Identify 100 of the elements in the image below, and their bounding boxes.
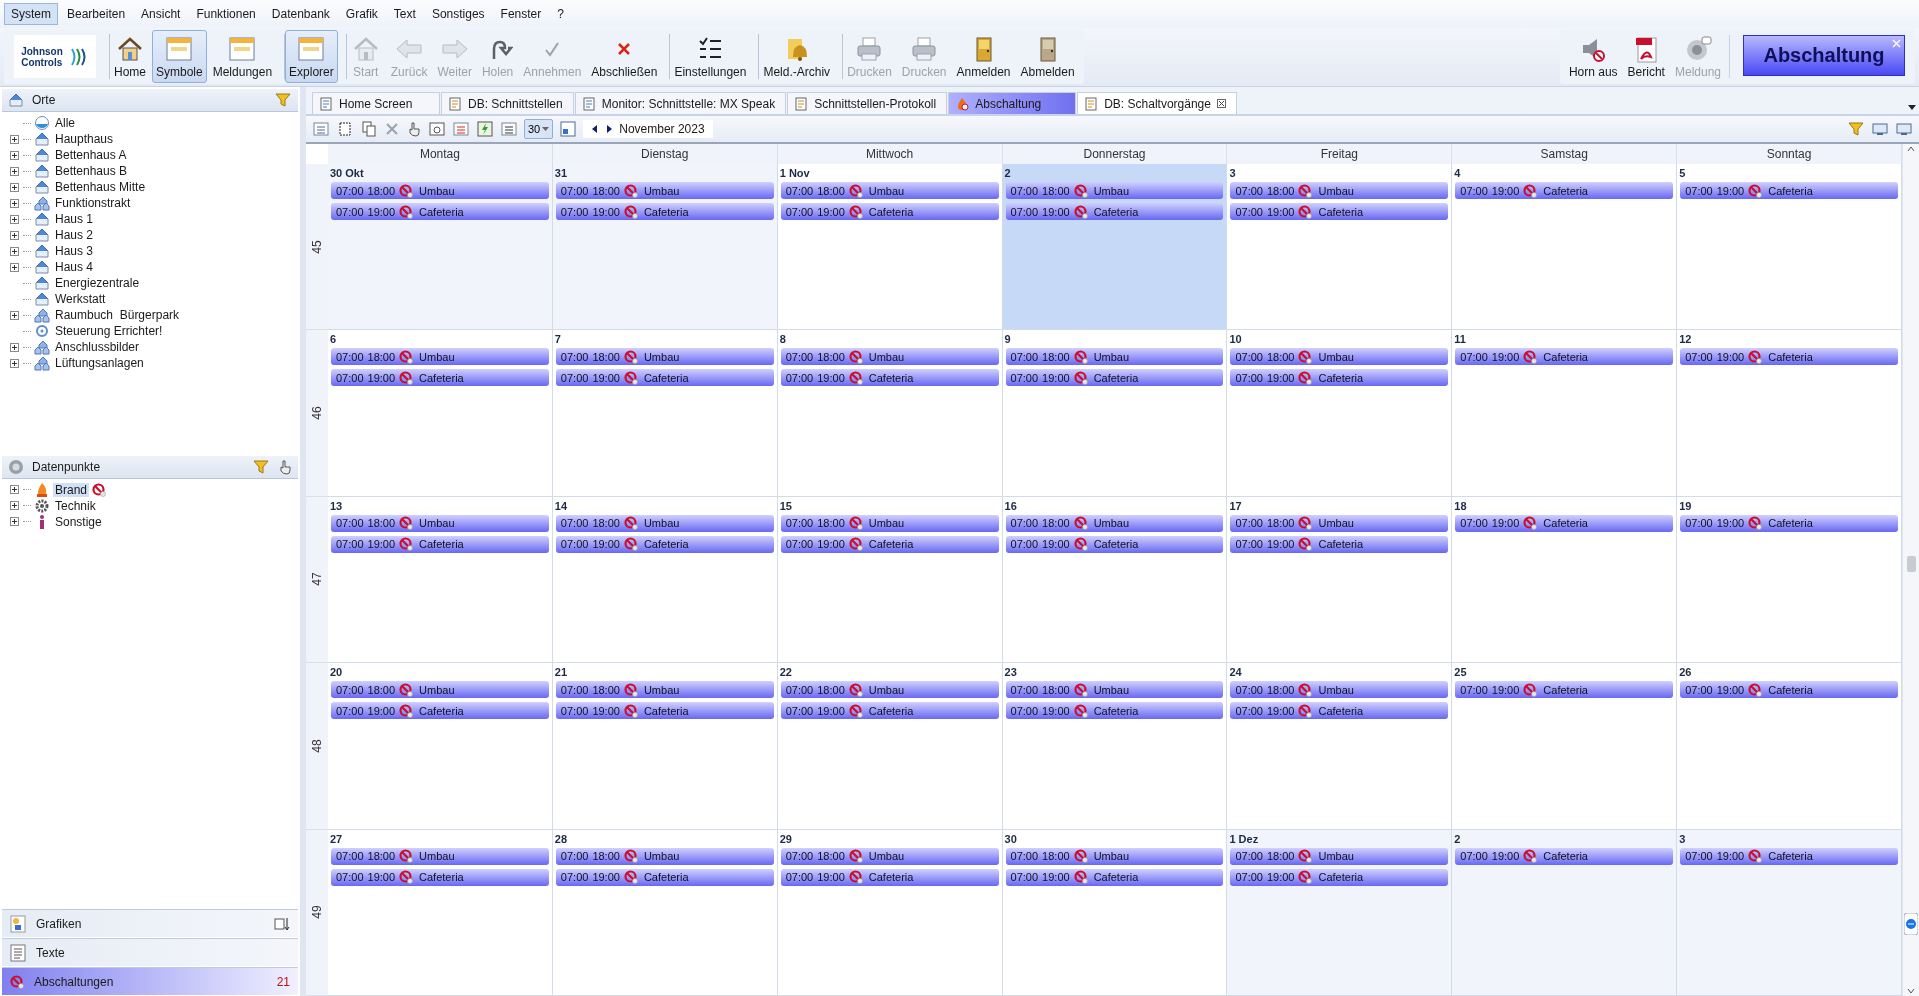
event-bar[interactable]: 07:00 18:00 Umbau [1005, 348, 1224, 366]
menu-item[interactable]: Funktionen [189, 3, 263, 25]
expand-icon[interactable] [9, 214, 19, 224]
tree-item[interactable]: Funktionstrakt [53, 196, 133, 210]
toolbar-button[interactable]: Horn aus [1564, 30, 1622, 83]
event-bar[interactable]: 07:00 18:00 Umbau [331, 182, 549, 199]
menu-item[interactable]: Bearbeiten [60, 3, 133, 25]
toolbar-button[interactable]: Symbole [152, 30, 207, 83]
day-cell[interactable]: 28 07:00 18:00 Umbau 07:00 19:00 Cafeteria [552, 829, 778, 996]
event-bar[interactable]: 07:00 18:00 Umbau [780, 182, 999, 199]
event-bar[interactable]: 07:00 18:00 Umbau [1005, 514, 1224, 532]
event-bar[interactable]: 07:00 19:00 Cafeteria [1680, 681, 1898, 699]
event-bar[interactable]: 07:00 19:00 Cafeteria [1005, 868, 1224, 886]
day-cell[interactable]: 27 07:00 18:00 Umbau 07:00 19:00 Cafeteria [328, 829, 553, 996]
event-bar[interactable]: 07:00 18:00 Umbau [555, 182, 774, 199]
event-bar[interactable]: 07:00 18:00 Umbau [780, 514, 999, 532]
event-bar[interactable]: 07:00 18:00 Umbau [331, 681, 549, 699]
day-cell[interactable]: 26 07:00 19:00 Cafeteria [1677, 663, 1902, 830]
event-bar[interactable]: 07:00 19:00 Cafeteria [331, 535, 549, 553]
event-bar[interactable]: 07:00 18:00 Umbau [1005, 681, 1224, 699]
event-bar[interactable]: 07:00 18:00 Umbau [1230, 847, 1449, 865]
expand-icon[interactable] [9, 150, 19, 160]
event-bar[interactable]: 07:00 19:00 Cafeteria [331, 868, 549, 886]
menu-item[interactable]: System [4, 3, 58, 25]
list-icon[interactable] [500, 121, 518, 137]
event-bar[interactable]: 07:00 19:00 Cafeteria [1230, 868, 1449, 886]
event-bar[interactable]: 07:00 18:00 Umbau [780, 681, 999, 699]
filter-icon[interactable] [252, 458, 270, 475]
navigation-item[interactable]: Abschaltungen 21 [2, 967, 298, 995]
tab[interactable]: Monitor: Schnittstelle: MX Speak [574, 92, 787, 114]
event-bar[interactable]: 07:00 19:00 Cafeteria [555, 369, 774, 387]
alarm-button[interactable]: Abschaltung [1743, 35, 1905, 76]
day-cell[interactable]: 4 07:00 19:00 Cafeteria [1452, 164, 1678, 331]
day-cell[interactable]: 24 07:00 18:00 Umbau 07:00 19:00 Cafeteria [1227, 663, 1453, 830]
day-cell[interactable]: 7 07:00 18:00 Umbau 07:00 19:00 Cafeteria [552, 330, 778, 497]
view-button[interactable]: 30 [524, 119, 554, 139]
tree-item[interactable]: Sonstige [53, 514, 104, 529]
menu-item[interactable]: Text [386, 3, 423, 25]
event-bar[interactable]: 07:00 19:00 Cafeteria [331, 369, 549, 387]
event-bar[interactable]: 07:00 19:00 Cafeteria [780, 868, 999, 886]
expand-icon[interactable] [9, 517, 19, 526]
expand-icon[interactable] [9, 166, 19, 176]
day-cell[interactable]: 5 07:00 19:00 Cafeteria [1677, 164, 1902, 331]
tree-item[interactable]: Bettenhaus A [53, 148, 129, 162]
event-bar[interactable]: 07:00 19:00 Cafeteria [1230, 535, 1449, 553]
tab[interactable]: DB: Schaltvorgänge [1077, 92, 1237, 114]
scrollbar[interactable] [1902, 144, 1919, 996]
expand-icon[interactable] [9, 342, 19, 352]
day-cell[interactable]: 13 07:00 18:00 Umbau 07:00 19:00 Cafeteria [328, 496, 553, 664]
event-bar[interactable]: 07:00 19:00 Cafeteria [1680, 847, 1898, 865]
filter-icon[interactable] [274, 92, 292, 108]
expand-icon[interactable] [9, 198, 19, 208]
event-bar[interactable]: 07:00 19:00 Cafeteria [1455, 348, 1674, 366]
expand-icon[interactable] [9, 182, 19, 192]
expand-icon[interactable] [9, 262, 19, 272]
event-bar[interactable]: 07:00 19:00 Cafeteria [780, 702, 999, 720]
event-bar[interactable]: 07:00 19:00 Cafeteria [331, 203, 549, 220]
event-bar[interactable]: 07:00 19:00 Cafeteria [555, 203, 774, 220]
event-bar[interactable]: 07:00 19:00 Cafeteria [1005, 203, 1224, 220]
toolbar-button[interactable]: Abschließen [587, 30, 662, 83]
day-cell[interactable]: 11 07:00 19:00 Cafeteria [1452, 330, 1678, 497]
tree-item[interactable]: Haus 3 [53, 244, 96, 258]
expand-icon[interactable] [9, 230, 19, 240]
event-bar[interactable]: 07:00 19:00 Cafeteria [1230, 203, 1449, 220]
hand-icon[interactable] [406, 121, 422, 137]
tree-item[interactable]: Steuerung Errichter! [53, 324, 165, 338]
event-bar[interactable]: 07:00 19:00 Cafeteria [1455, 681, 1674, 699]
day-cell[interactable]: 3 07:00 19:00 Cafeteria [1677, 829, 1902, 996]
toolbar-button[interactable]: Home [110, 30, 150, 83]
tab[interactable]: Abschaltung [948, 92, 1077, 114]
day-cell[interactable]: 16 07:00 18:00 Umbau 07:00 19:00 Cafeteria [1002, 496, 1228, 664]
toolbar-button[interactable]: Meldungen [208, 30, 277, 83]
event-bar[interactable]: 07:00 18:00 Umbau [1005, 182, 1224, 199]
expand-icon[interactable] [9, 246, 19, 256]
day-cell[interactable]: 10 07:00 18:00 Umbau 07:00 19:00 Cafeteria [1227, 330, 1453, 497]
day-cell[interactable]: 15 07:00 18:00 Umbau 07:00 19:00 Cafeteria [777, 496, 1003, 664]
event-bar[interactable]: 07:00 18:00 Umbau [1230, 182, 1449, 199]
toolbar-button[interactable]: Abmelden [1016, 30, 1079, 83]
day-cell[interactable]: 23 07:00 18:00 Umbau 07:00 19:00 Cafeteria [1002, 663, 1228, 830]
event-bar[interactable]: 07:00 19:00 Cafeteria [1005, 702, 1224, 720]
toolbar-button[interactable]: Explorer [285, 30, 338, 83]
menu-item[interactable]: Ansicht [134, 3, 188, 25]
toolbar-button[interactable]: Anmelden [952, 30, 1015, 83]
event-bar[interactable]: 07:00 18:00 Umbau [1230, 348, 1449, 366]
day-cell[interactable]: 20 07:00 18:00 Umbau 07:00 19:00 Cafeteria [328, 663, 553, 830]
navigation-item[interactable]: Grafiken [2, 909, 298, 937]
monitor-icon[interactable] [1871, 121, 1889, 137]
tree-item[interactable]: Anschlussbilder [53, 340, 142, 354]
tree-item[interactable]: Haus 4 [53, 260, 96, 274]
day-cell[interactable]: 31 07:00 18:00 Umbau 07:00 19:00 Cafeteria [552, 164, 778, 331]
event-bar[interactable]: 07:00 19:00 Cafeteria [1680, 514, 1898, 532]
lightning-icon[interactable] [476, 121, 494, 137]
day-cell[interactable]: 29 07:00 18:00 Umbau 07:00 19:00 Cafeteria [777, 829, 1003, 996]
expand-icon[interactable] [9, 485, 19, 494]
tree-item[interactable]: Haus 1 [53, 212, 96, 226]
tree-item[interactable]: Brand [53, 482, 90, 497]
menu-item[interactable]: Datenbank [264, 3, 337, 25]
event-bar[interactable]: 07:00 19:00 Cafeteria [1455, 182, 1674, 199]
day-cell[interactable]: 17 07:00 18:00 Umbau 07:00 19:00 Cafeteria [1227, 496, 1453, 664]
day-cell[interactable]: 2 07:00 18:00 Umbau 07:00 19:00 Cafeteria [1002, 164, 1228, 331]
